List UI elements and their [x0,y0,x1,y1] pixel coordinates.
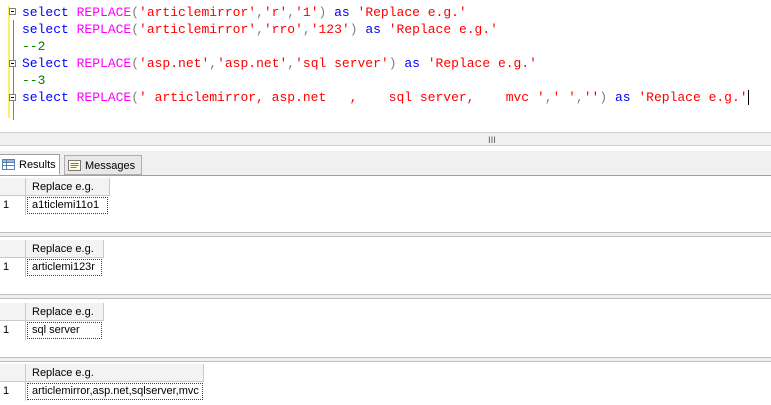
column-header[interactable]: Replace e.g. [26,240,104,258]
tab-results[interactable]: Results [0,154,60,175]
grid-splitter[interactable] [0,357,771,362]
result-grid-3[interactable]: Replace e.g. 1 sql server [0,303,771,343]
results-tab-strip: Results Messages [0,151,771,176]
result-cell[interactable]: articlemirror,asp.net,sqlserver,mvc [27,383,203,400]
code-token: ( [131,90,140,105]
tab-results-label: Results [19,159,56,171]
code-token: ' ' [552,90,576,105]
row-number[interactable]: 1 [0,196,26,215]
code-line[interactable]: Select REPLACE('asp.net','asp.net','sql … [22,55,749,72]
row-header-corner[interactable] [0,240,26,258]
code-token: , [302,22,311,37]
results-grid-icon [2,159,15,170]
code-token: select [22,5,77,20]
row-number[interactable]: 1 [0,258,26,277]
code-token: 'Replace e.g.' [357,5,467,20]
tab-messages[interactable]: Messages [64,155,142,175]
editor-horizontal-scrollbar[interactable]: III [0,132,771,146]
code-token: 'articlemirror' [139,22,257,37]
code-token: select [22,90,77,105]
code-token: ) [318,5,335,20]
code-token: '1' [295,5,319,20]
tab-messages-label: Messages [85,160,136,172]
code-text[interactable]: select REPLACE('articlemirror','r','1') … [22,4,749,106]
code-line[interactable]: select REPLACE('articlemirror','r','1') … [22,4,749,21]
code-token: , [209,56,218,71]
code-token: , [287,5,296,20]
code-token: 'asp.net' [139,56,210,71]
code-token: 'r' [263,5,288,20]
row-header-corner[interactable] [0,178,26,196]
code-line[interactable]: --3 [22,72,749,89]
code-token: 'Replace e.g.' [427,56,537,71]
code-line[interactable]: select REPLACE('articlemirror','rro','12… [22,21,749,38]
collapse-icon[interactable] [9,8,16,15]
code-token: 'asp.net' [217,56,288,71]
result-cell[interactable]: a1ticlemi11o1 [27,197,108,214]
code-token: REPLACE [76,56,132,71]
code-token: ( [131,5,140,20]
code-token: , [575,90,584,105]
code-token: REPLACE [76,22,132,37]
outline-line [13,20,14,120]
row-number[interactable]: 1 [0,382,26,401]
code-token: ) [388,56,405,71]
code-token: 'Replace e.g.' [638,90,748,105]
code-token: , [256,22,264,37]
code-token: ( [131,56,140,71]
collapse-icon[interactable] [9,60,16,67]
column-header[interactable]: Replace e.g. [26,364,204,382]
code-token: ) [599,90,615,105]
code-token: Select [22,56,77,71]
grid-splitter[interactable] [0,232,771,237]
grid-splitter[interactable] [0,294,771,299]
code-token: '123' [310,22,350,37]
code-token: , [544,90,553,105]
code-token: REPLACE [76,90,132,105]
code-token: , [287,56,296,71]
code-token: '' [583,90,600,105]
code-line[interactable]: --2 [22,38,749,55]
result-grid-4[interactable]: Replace e.g. 1 articlemirror,asp.net,sql… [0,364,771,404]
code-token: --3 [22,73,46,88]
scrollbar-grip[interactable]: III [488,136,496,146]
result-cell[interactable]: sql server [27,322,102,339]
code-token: 'articlemirror' [139,5,257,20]
column-header[interactable]: Replace e.g. [26,178,110,196]
text-caret [747,90,749,106]
result-grid-2[interactable]: Replace e.g. 1 articlemi123r [0,240,771,280]
code-token: select [22,22,77,37]
result-cell[interactable]: articlemi123r [27,259,102,276]
code-token: REPLACE [76,5,132,20]
column-header[interactable]: Replace e.g. [26,303,104,321]
result-grid-1[interactable]: Replace e.g. 1 a1ticlemi11o1 [0,178,771,218]
messages-icon [68,160,81,171]
query-editor[interactable]: select REPLACE('articlemirror','r','1') … [0,0,771,128]
code-token: as [334,5,358,20]
code-token: as [404,56,428,71]
code-line[interactable]: select REPLACE(' articlemirror, asp.net … [22,89,749,106]
row-number[interactable]: 1 [0,321,26,340]
code-token: as [614,90,639,105]
collapse-icon[interactable] [9,94,16,101]
code-token: ) [349,22,366,37]
code-token: 'Replace e.g.' [388,22,498,37]
code-token: --2 [22,39,46,54]
code-token: ' articlemirror, asp.net , sql server, m… [139,90,545,105]
code-token: ( [131,22,140,37]
row-header-corner[interactable] [0,303,26,321]
row-header-corner[interactable] [0,364,26,382]
code-token: , [256,5,264,20]
code-token: 'sql server' [295,56,389,71]
code-token: 'rro' [263,22,303,37]
code-token: as [365,22,389,37]
